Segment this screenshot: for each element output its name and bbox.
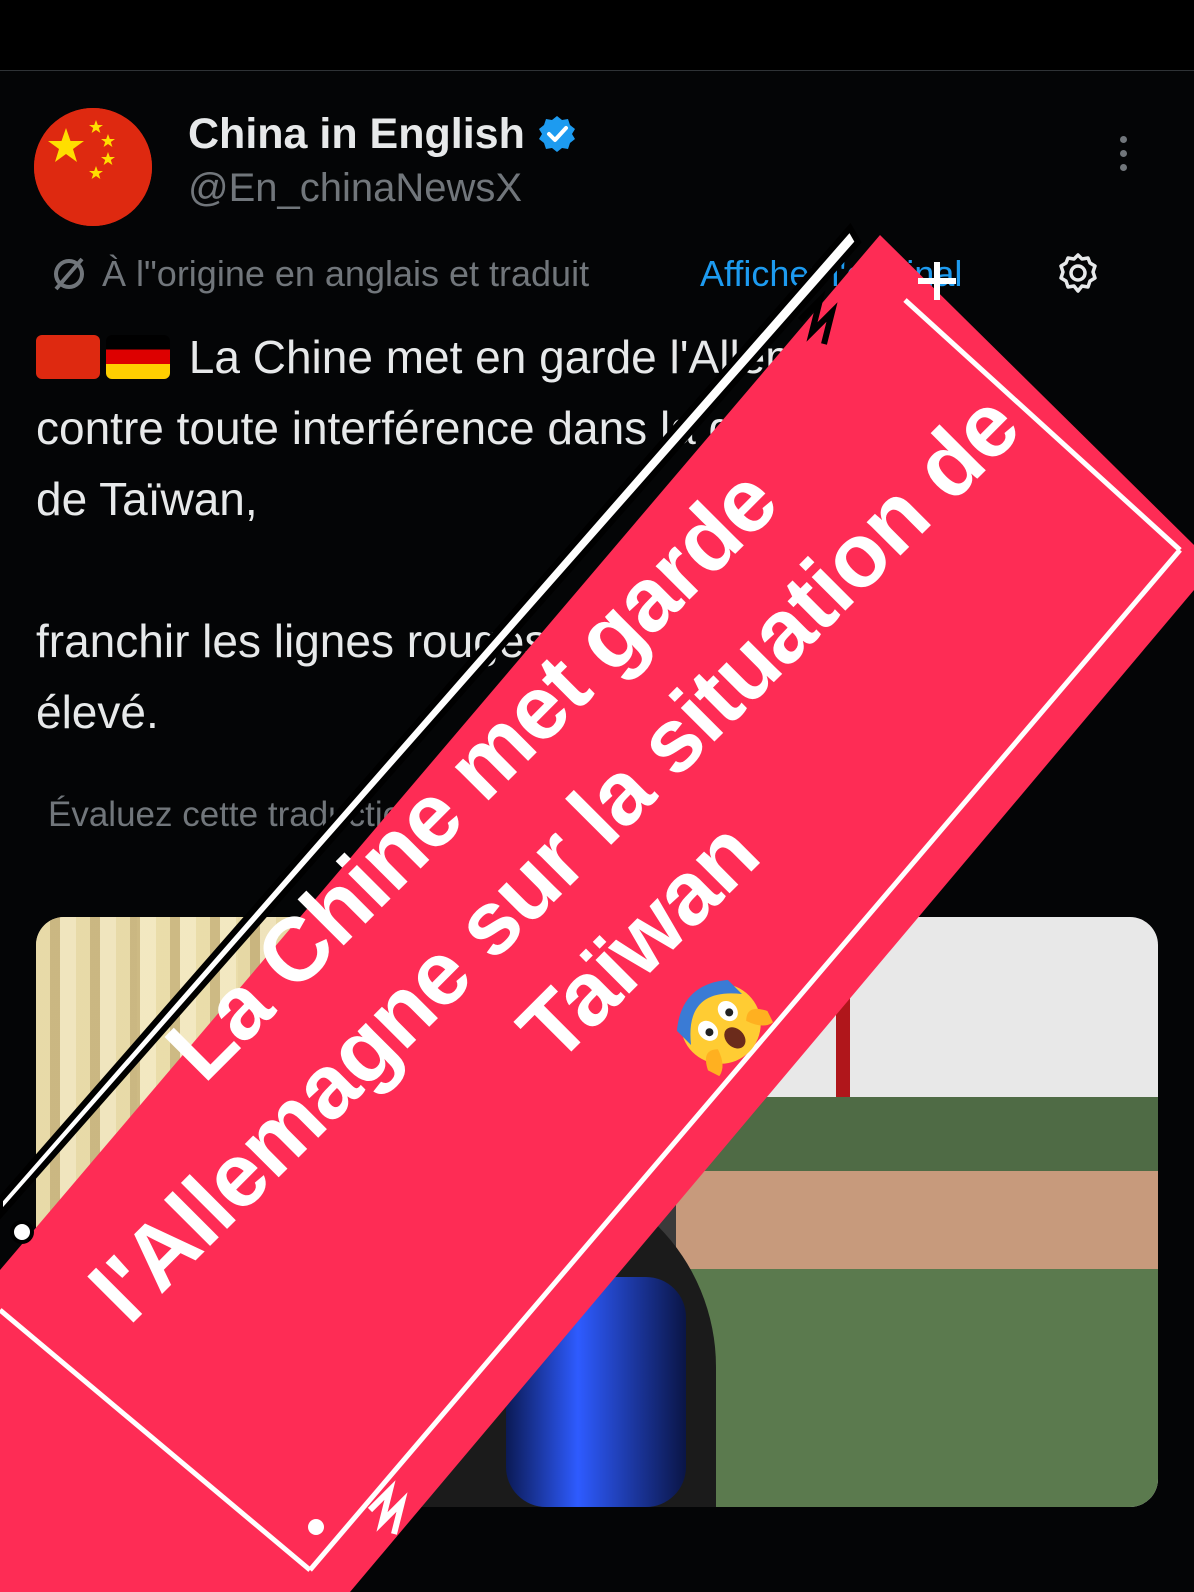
china-flag-icon [34,108,152,226]
post-line-5: franchir les lignes rouges aura un coût [36,615,816,667]
china-flag-icon [36,334,100,379]
post-text: La Chine met en garde l'Allemagne contre… [36,322,1156,748]
translation-label: À l"origine en anglais et traduit [102,253,590,294]
post-line-1: La Chine met en garde l'Allemagne [188,331,906,383]
avatar[interactable] [34,108,152,226]
translation-info: À l"origine en anglais et traduit [50,250,589,298]
post-blank-line [36,535,1156,606]
verified-badge-icon [538,116,575,152]
more-options-icon[interactable] [1118,136,1128,176]
media-soldiers [676,1097,1158,1507]
account-name-row[interactable]: China in English [188,108,577,160]
gear-icon[interactable] [1055,250,1101,296]
account-handle[interactable]: @En_chinaNewsX [188,166,522,211]
post-line-2: contre toute interférence dans la questi… [36,402,883,454]
media-microphone [506,1277,686,1507]
show-original-link[interactable]: Afficher l'original [700,250,962,298]
account-name[interactable]: China in English [188,110,525,159]
post-line-3: de Taïwan, [36,473,258,525]
translate-icon [54,257,84,291]
germany-flag-icon [106,334,170,379]
post-line-6: élevé. [36,686,159,738]
post-media-image[interactable] [36,917,1158,1507]
top-bar [0,0,1194,71]
rate-translation-link[interactable]: Évaluez cette traduction [48,795,422,835]
